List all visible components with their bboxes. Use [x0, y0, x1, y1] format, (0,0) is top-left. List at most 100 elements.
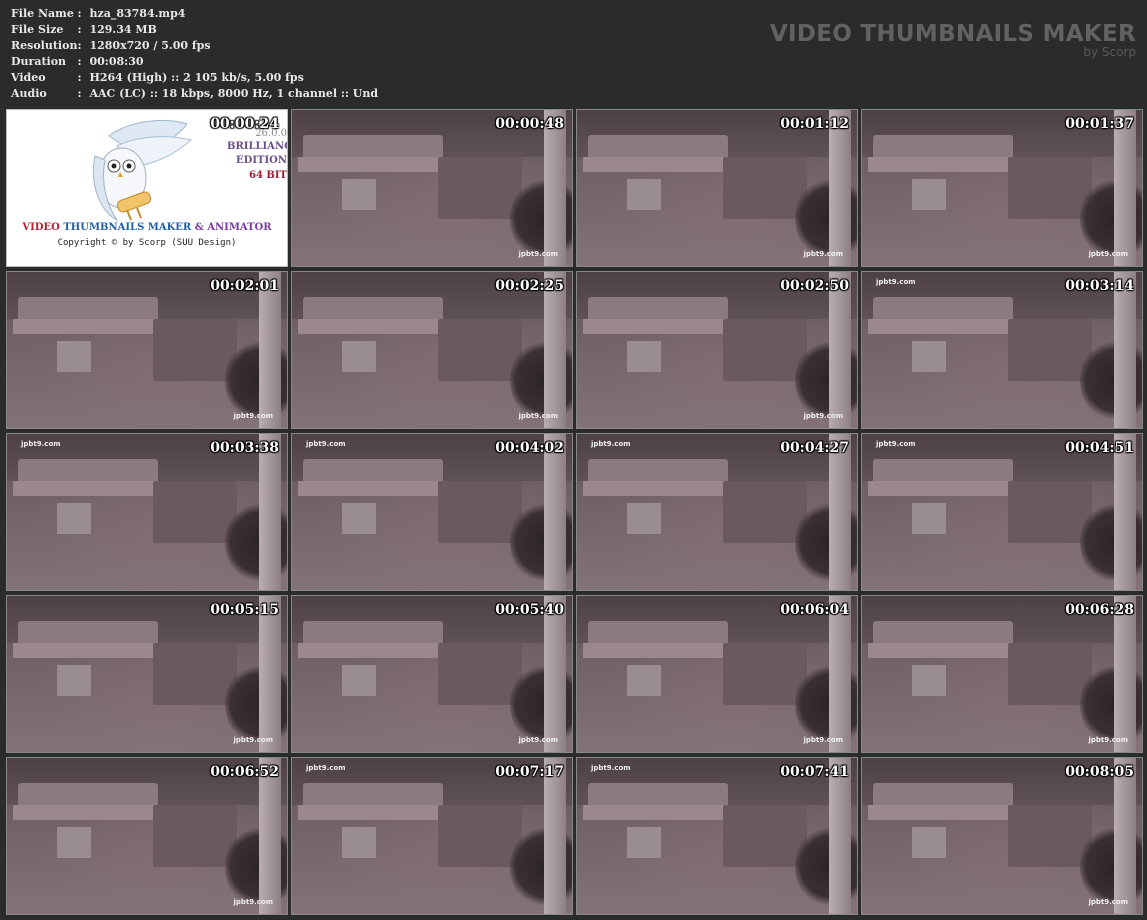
video-thumbnail[interactable]: 00:07:41 jpbt9.com	[576, 757, 858, 915]
video-thumbnail[interactable]: 00:03:14 jpbt9.com	[861, 271, 1143, 429]
info-separator: :	[77, 7, 82, 20]
scene-post	[259, 272, 282, 428]
scene-bed	[722, 156, 807, 220]
video-thumbnail[interactable]: 00:01:37 jpbt9.com	[861, 109, 1143, 267]
scene-post	[829, 110, 852, 266]
watermark-text: jpbt9.com	[233, 412, 273, 420]
thumbnail-timestamp: 00:04:51	[1065, 440, 1134, 456]
scene-sofa2	[582, 480, 737, 497]
scene-bed	[437, 642, 522, 706]
video-thumbnail[interactable]: 00:06:28 jpbt9.com	[861, 595, 1143, 753]
info-key: File Name	[11, 7, 74, 20]
scene-sofa2	[582, 642, 737, 659]
info-separator: :	[77, 55, 82, 68]
thumbnail-timestamp: 00:04:27	[780, 440, 849, 456]
scene-table	[342, 178, 376, 210]
scene-bed	[437, 804, 522, 868]
scene-bed	[1007, 156, 1092, 220]
video-thumbnail[interactable]: 00:02:50 jpbt9.com	[576, 271, 858, 429]
scene-post	[259, 596, 282, 752]
info-value: 129.34 MB	[89, 23, 157, 36]
watermark-text: jpbt9.com	[803, 736, 843, 744]
info-value: 00:08:30	[89, 55, 144, 68]
watermark-text: jpbt9.com	[1088, 250, 1128, 258]
watermark-text: jpbt9.com	[233, 736, 273, 744]
scene-bed	[722, 804, 807, 868]
video-thumbnail[interactable]: 00:03:38 jpbt9.com	[6, 433, 288, 591]
video-thumbnail[interactable]: 00:04:51 jpbt9.com	[861, 433, 1143, 591]
info-separator: :	[77, 39, 82, 52]
scene-post	[259, 758, 282, 914]
brand: VIDEO THUMBNAILS MAKER by Scorp	[770, 20, 1136, 58]
info-key: Video	[11, 71, 46, 84]
scene-sofa2	[12, 318, 167, 335]
scene-post	[1114, 110, 1137, 266]
scene-table	[342, 340, 376, 372]
scene-sofa2	[297, 804, 452, 821]
scene-table	[342, 502, 376, 534]
info-value: AAC (LC) :: 18 kbps, 8000 Hz, 1 channel …	[89, 87, 379, 100]
thumbnail-timestamp: 00:03:38	[210, 440, 279, 456]
info-separator: :	[77, 71, 82, 84]
video-thumbnail[interactable]: 00:06:04 jpbt9.com	[576, 595, 858, 753]
scene-post	[1114, 596, 1137, 752]
scene-table	[57, 664, 91, 696]
scene-post	[544, 758, 567, 914]
edition-line-2: EDITION	[236, 155, 287, 166]
scene-table	[912, 340, 946, 372]
scene-post	[544, 110, 567, 266]
video-thumbnail[interactable]: 00:08:05 jpbt9.com	[861, 757, 1143, 915]
scene-table	[57, 340, 91, 372]
version-block: 26.0.0 BRILLIANCE EDITION 64 BIT	[227, 124, 287, 184]
info-row: Duration:00:08:30	[11, 54, 378, 70]
info-separator: :	[77, 87, 82, 100]
watermark-text: jpbt9.com	[306, 440, 346, 448]
copyright-text: Copyright © by Scorp (SUU Design)	[57, 238, 237, 248]
scene-bed	[152, 480, 237, 544]
video-thumbnail[interactable]: 00:00:48 jpbt9.com	[291, 109, 573, 267]
video-thumbnail[interactable]: 00:05:15 jpbt9.com	[6, 595, 288, 753]
video-thumbnail[interactable]: 00:06:52 jpbt9.com	[6, 757, 288, 915]
scene-post	[829, 434, 852, 590]
scene-post	[829, 596, 852, 752]
video-thumbnail[interactable]: 00:02:01 jpbt9.com	[6, 271, 288, 429]
watermark-text: jpbt9.com	[803, 412, 843, 420]
version-text: 26.0.0	[255, 128, 287, 139]
edition-line-3: 64 BIT	[249, 170, 287, 181]
scene-bed	[437, 156, 522, 220]
info-key: File Size	[11, 23, 64, 36]
thumbnail-timestamp: 00:05:40	[495, 602, 564, 618]
video-thumbnail[interactable]: 00:04:02 jpbt9.com	[291, 433, 573, 591]
scene-bed	[722, 318, 807, 382]
scene-post	[544, 434, 567, 590]
scene-post	[544, 272, 567, 428]
scene-table	[912, 664, 946, 696]
thumbnail-timestamp: 00:05:15	[210, 602, 279, 618]
video-thumbnail[interactable]: 00:07:17 jpbt9.com	[291, 757, 573, 915]
video-thumbnail[interactable]: 00:05:40 jpbt9.com	[291, 595, 573, 753]
video-thumbnail[interactable]: 00:02:25 jpbt9.com	[291, 271, 573, 429]
scene-sofa2	[867, 318, 1022, 335]
file-info-table: File Name: hza_83784.mp4 File Size:129.34 …	[11, 6, 378, 102]
watermark-text: jpbt9.com	[518, 736, 558, 744]
scene-bed	[722, 642, 807, 706]
scene-sofa2	[867, 156, 1022, 173]
scene-table	[912, 502, 946, 534]
watermark-text: jpbt9.com	[21, 440, 61, 448]
thumbnail-timestamp: 00:02:01	[210, 278, 279, 294]
thumbnail-timestamp: 00:06:52	[210, 764, 279, 780]
thumbnail-timestamp: 00:07:17	[495, 764, 564, 780]
scene-bed	[152, 318, 237, 382]
product-name-part-2: THUMBNAILS MAKER	[63, 222, 192, 233]
header: File Name: hza_83784.mp4 File Size:129.34 …	[0, 0, 1147, 108]
video-thumbnail[interactable]: 00:01:12 jpbt9.com	[576, 109, 858, 267]
watermark-text: jpbt9.com	[518, 250, 558, 258]
video-thumbnail[interactable]: 00:04:27 jpbt9.com	[576, 433, 858, 591]
scene-sofa2	[867, 642, 1022, 659]
watermark-text: jpbt9.com	[591, 764, 631, 772]
watermark-text: jpbt9.com	[518, 412, 558, 420]
scene-table	[627, 502, 661, 534]
thumbnail-timestamp: 00:06:28	[1065, 602, 1134, 618]
product-name: VIDEO THUMBNAILS MAKER & ANIMATOR	[7, 222, 287, 233]
logo-thumbnail[interactable]: 00:00:24 26.0.0 BRILLIANCE EDITION 64 BI…	[6, 109, 288, 267]
